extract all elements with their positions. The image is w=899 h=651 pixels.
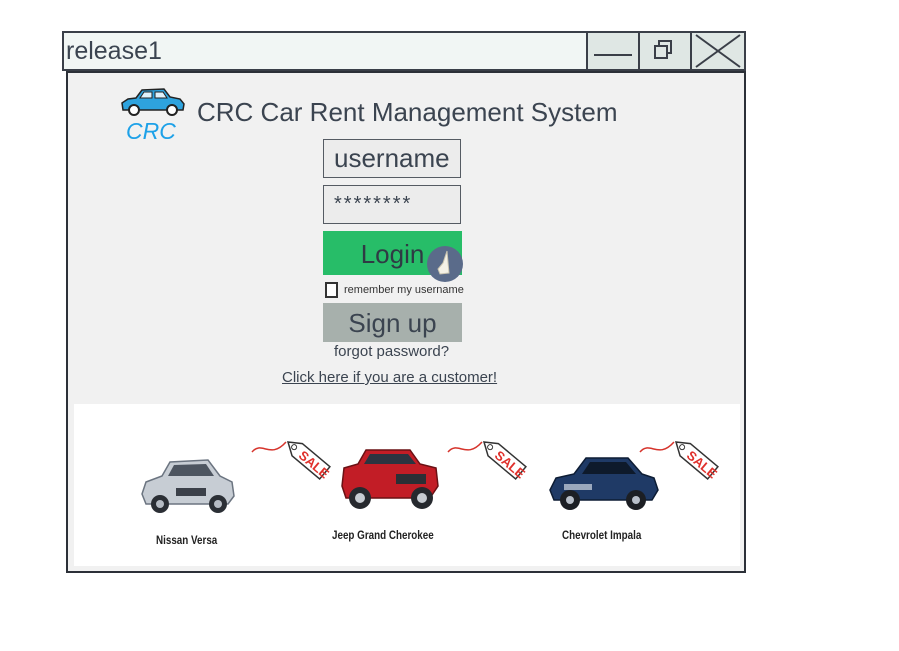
forgot-password-link[interactable]: forgot password? [334, 343, 449, 360]
app-title: CRC Car Rent Management System [197, 97, 618, 127]
close-button[interactable] [690, 31, 746, 71]
signup-button[interactable]: Sign up [323, 303, 462, 342]
logo-text: CRC [126, 118, 176, 144]
sale-tag-icon: SALE [639, 441, 720, 482]
sale-tag-icon: SALE [251, 441, 332, 482]
car-name: Nissan Versa [156, 533, 218, 547]
restore-icon [654, 40, 672, 59]
restore-button[interactable] [638, 31, 692, 71]
car-name: Jeep Grand Cherokee [332, 528, 434, 542]
sale-tag-icon: SALE [447, 441, 528, 482]
window-titlebar: release1 [62, 31, 746, 71]
login-window: CRC CRC Car Rent Management System Login… [66, 71, 746, 573]
car-name: Chevrolet Impala [562, 528, 642, 542]
hand-cursor-icon [427, 246, 463, 282]
minimize-icon [594, 54, 632, 56]
customer-link[interactable]: Click here if you are a customer! [282, 369, 497, 386]
sale-banner: Nissan Versa SALE Jeep Grand Cherokee SA… [74, 404, 740, 566]
minimize-button[interactable] [586, 31, 640, 71]
close-icon [695, 34, 741, 68]
password-input[interactable] [323, 185, 461, 224]
jeep-grand-cherokee-image [341, 449, 439, 509]
nissan-versa-image [141, 459, 235, 513]
username-input[interactable] [323, 139, 461, 178]
remember-checkbox[interactable] [325, 282, 338, 298]
car-logo-icon [121, 88, 185, 116]
window-title: release1 [66, 37, 162, 65]
remember-label: remember my username [344, 284, 464, 296]
